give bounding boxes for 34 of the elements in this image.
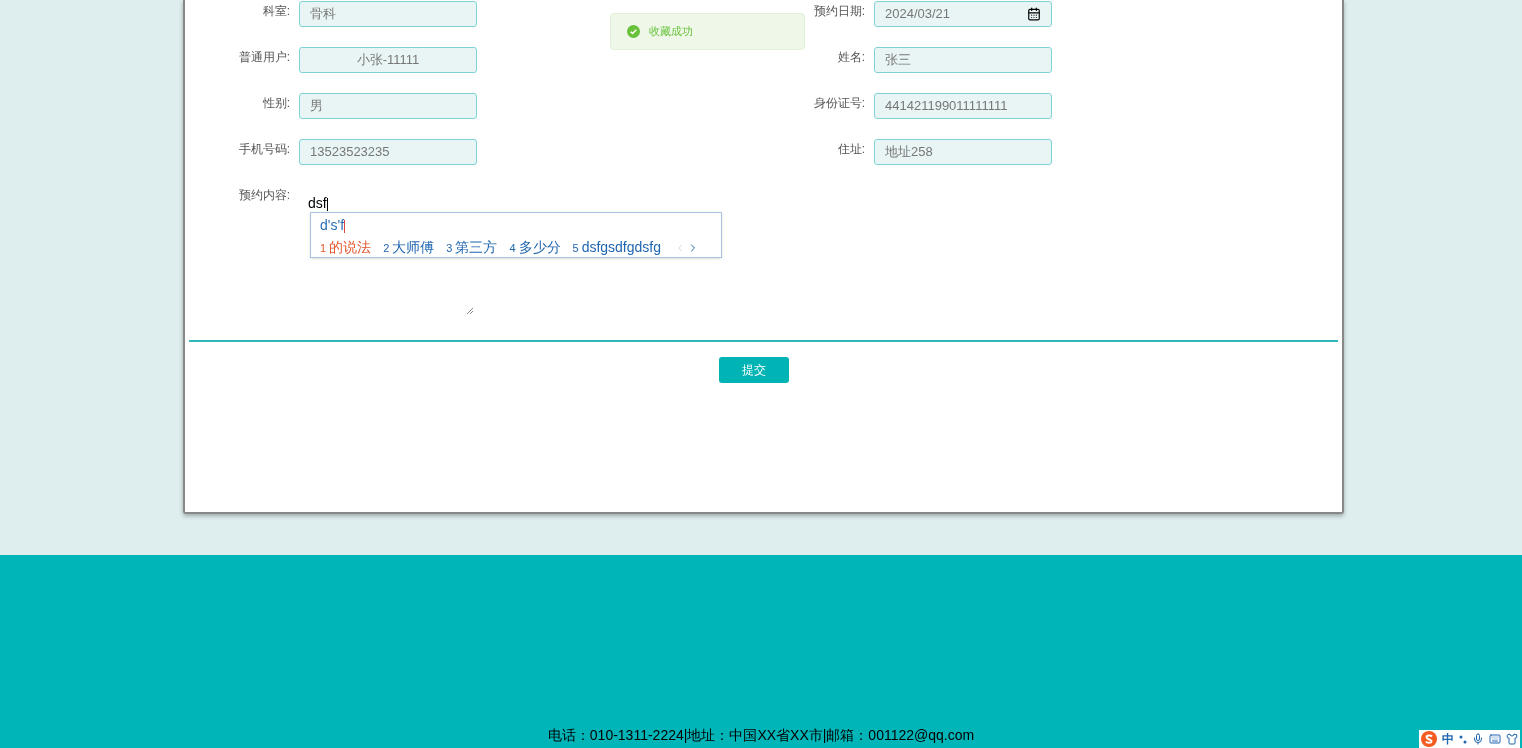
field-label: 姓名: [836,49,865,66]
shirt-icon[interactable] [1506,733,1518,745]
ime-logo-icon[interactable] [1421,731,1437,747]
ime-mode[interactable]: 中 [1442,733,1454,745]
input-field[interactable]: 骨科 [299,1,477,27]
ime-candidate[interactable]: 4 多少分 [509,237,561,258]
ime-candidate[interactable]: 2 大师傅 [383,237,435,258]
microphone-icon[interactable] [1472,733,1484,745]
punctuation-icon[interactable] [1459,734,1467,744]
field-label: 手机号码: [237,141,290,158]
ime-candidate[interactable]: 1 的说法 [320,237,372,258]
ime-candidate[interactable]: 3 第三方 [446,237,498,258]
field-label: 预约内容: [237,187,290,204]
input-field[interactable]: 13523523235 [299,139,477,165]
date-field[interactable]: 2024/03/21 [874,1,1052,27]
field-label: 预约日期: [812,3,865,20]
toast-message: 收藏成功 [649,24,693,40]
input-field[interactable]: 小张-11111 [299,47,477,73]
resize-handle-icon[interactable] [466,307,474,315]
field-label: 科室: [261,3,290,20]
input-field[interactable]: 441421199011111111 [874,93,1052,119]
submit-button[interactable]: 提交 [718,357,789,383]
field-label: 住址: [836,141,865,158]
calendar-icon[interactable] [1027,7,1041,21]
input-field[interactable]: 张三 [874,47,1052,73]
success-icon [627,25,640,38]
field-label: 性别: [261,95,290,112]
ime-candidate[interactable]: 5 dsfgsdfgdsfg [572,237,661,258]
footer-contact: 电话：010-1311-2224|地址：中国XX省XX市|邮箱：001122@qq.com [547,726,975,745]
input-field[interactable]: 地址258 [874,139,1052,165]
keyboard-icon[interactable] [1489,733,1501,745]
field-label: 普通用户: [237,49,290,66]
input-field[interactable]: 男 [299,93,477,119]
field-label: 身份证号: [812,95,865,112]
